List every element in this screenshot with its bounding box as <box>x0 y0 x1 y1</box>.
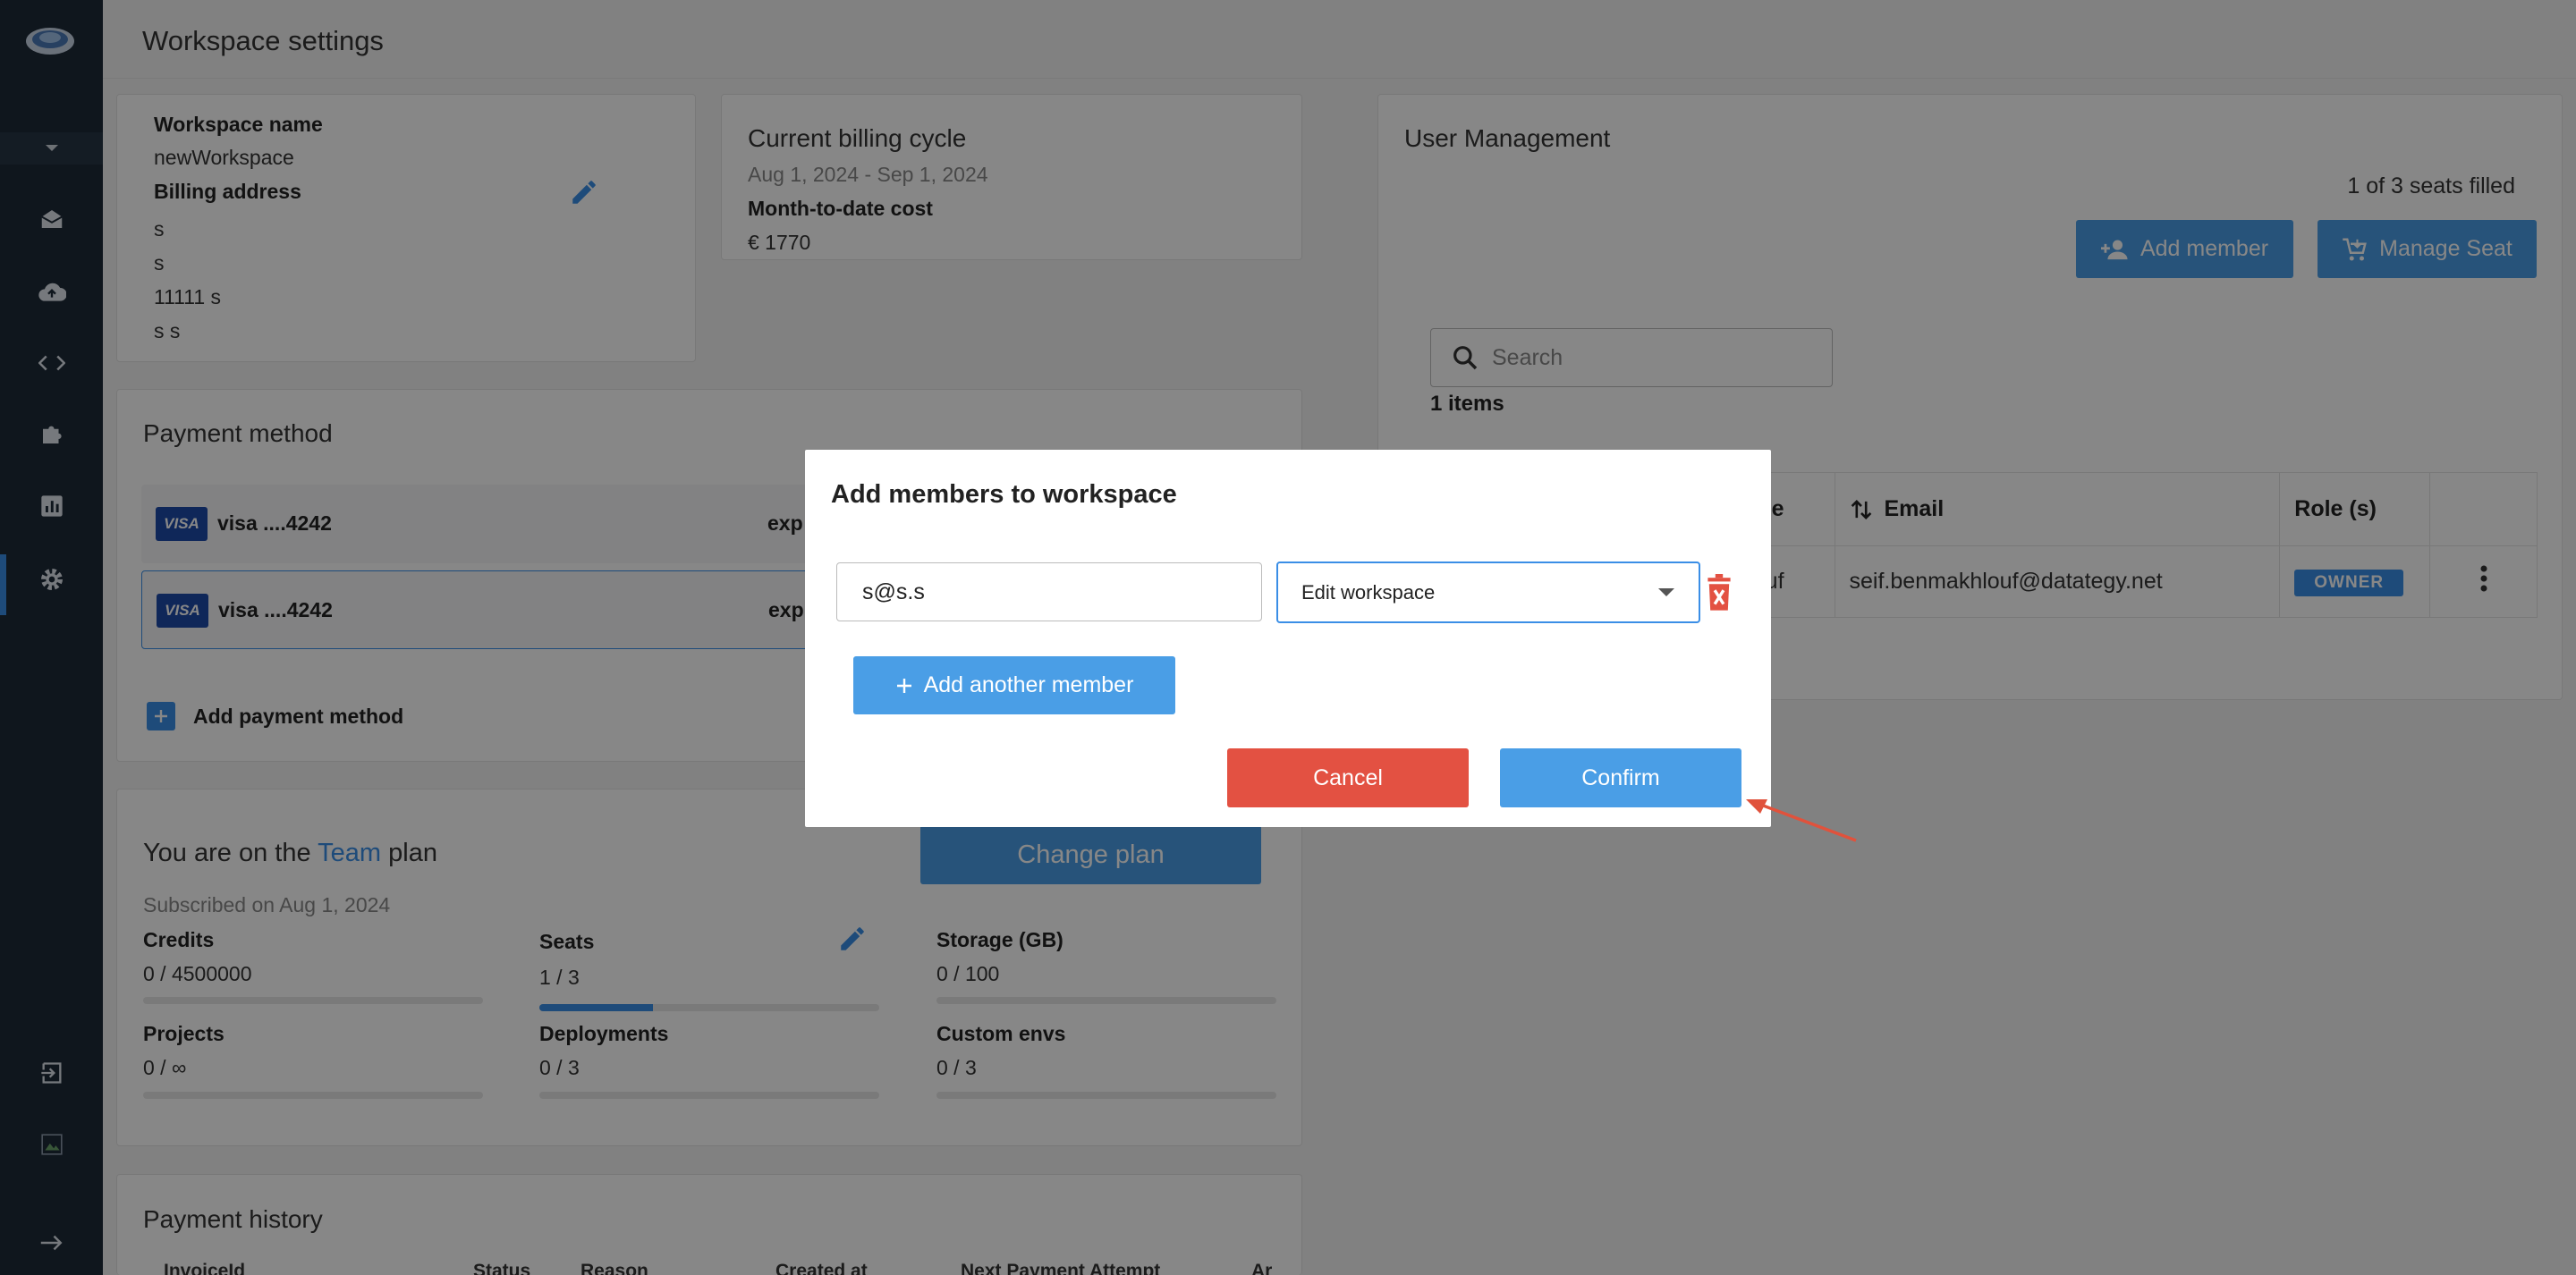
cancel-button[interactable]: Cancel <box>1227 748 1469 807</box>
add-members-dialog: Add members to workspace s@s.s Edit work… <box>805 450 1771 827</box>
chevron-down-icon <box>1658 587 1674 596</box>
email-field[interactable]: s@s.s <box>836 562 1262 621</box>
confirm-button[interactable]: Confirm <box>1500 748 1741 807</box>
plus-icon <box>896 678 911 693</box>
dialog-title: Add members to workspace <box>831 480 1177 509</box>
delete-member-icon[interactable] <box>1704 574 1734 612</box>
role-select[interactable]: Edit workspace <box>1276 562 1700 623</box>
role-select-value: Edit workspace <box>1301 580 1436 604</box>
add-another-member-button[interactable]: Add another member <box>853 656 1175 714</box>
annotation-arrow-icon <box>1744 796 1860 849</box>
